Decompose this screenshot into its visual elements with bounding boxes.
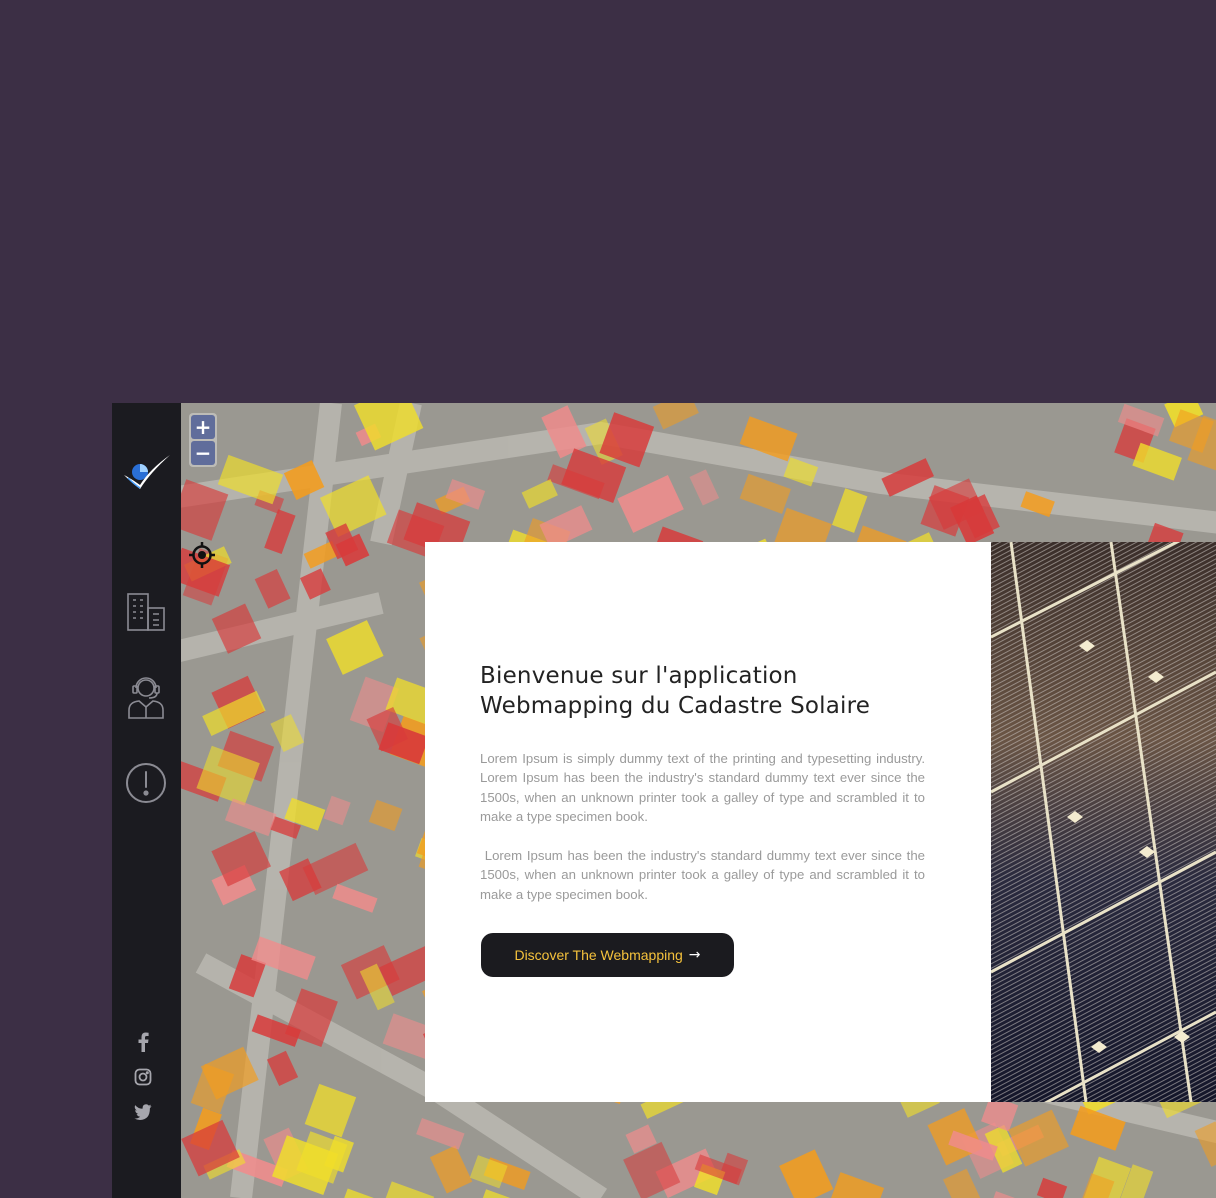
welcome-card: Bienvenue sur l'application Webmapping d…	[425, 542, 991, 1102]
crosshair-icon	[189, 542, 215, 568]
locate-button[interactable]	[189, 542, 215, 568]
twitter-icon	[134, 1104, 152, 1120]
cta-label: Discover The Webmapping	[514, 947, 683, 963]
arrow-right-icon: →	[688, 947, 701, 963]
welcome-title: Bienvenue sur l'application Webmapping d…	[480, 661, 940, 721]
zoom-control: + −	[189, 413, 217, 467]
support-agent-icon	[128, 677, 164, 719]
instagram-icon	[134, 1068, 152, 1086]
welcome-paragraph-2: Lorem Ipsum has been the industry's stan…	[480, 848, 929, 902]
welcome-title-line1: Bienvenue sur l'application	[480, 663, 798, 689]
zoom-in-button[interactable]: +	[191, 415, 215, 439]
app-logo[interactable]	[120, 451, 172, 495]
discover-webmapping-button[interactable]: Discover The Webmapping →	[481, 933, 734, 977]
facebook-icon	[138, 1032, 149, 1052]
solar-panel-image	[991, 542, 1216, 1102]
app-window: + − Bienvenue sur l'application Webmappi…	[112, 403, 1216, 1198]
zoom-out-button[interactable]: −	[191, 441, 215, 465]
alert-icon	[126, 763, 166, 803]
twitter-link[interactable]	[132, 1101, 154, 1123]
building-icon	[127, 593, 165, 631]
facebook-link[interactable]	[132, 1031, 154, 1053]
sidebar-item-support[interactable]	[124, 674, 168, 720]
instagram-link[interactable]	[132, 1066, 154, 1088]
sidebar-item-buildings[interactable]	[124, 588, 168, 634]
sidebar-item-alerts[interactable]	[124, 760, 168, 806]
welcome-title-line2: Webmapping du Cadastre Solaire	[480, 693, 871, 719]
welcome-paragraph-1: Lorem Ipsum is simply dummy text of the …	[480, 751, 925, 825]
sidebar	[112, 403, 181, 1198]
